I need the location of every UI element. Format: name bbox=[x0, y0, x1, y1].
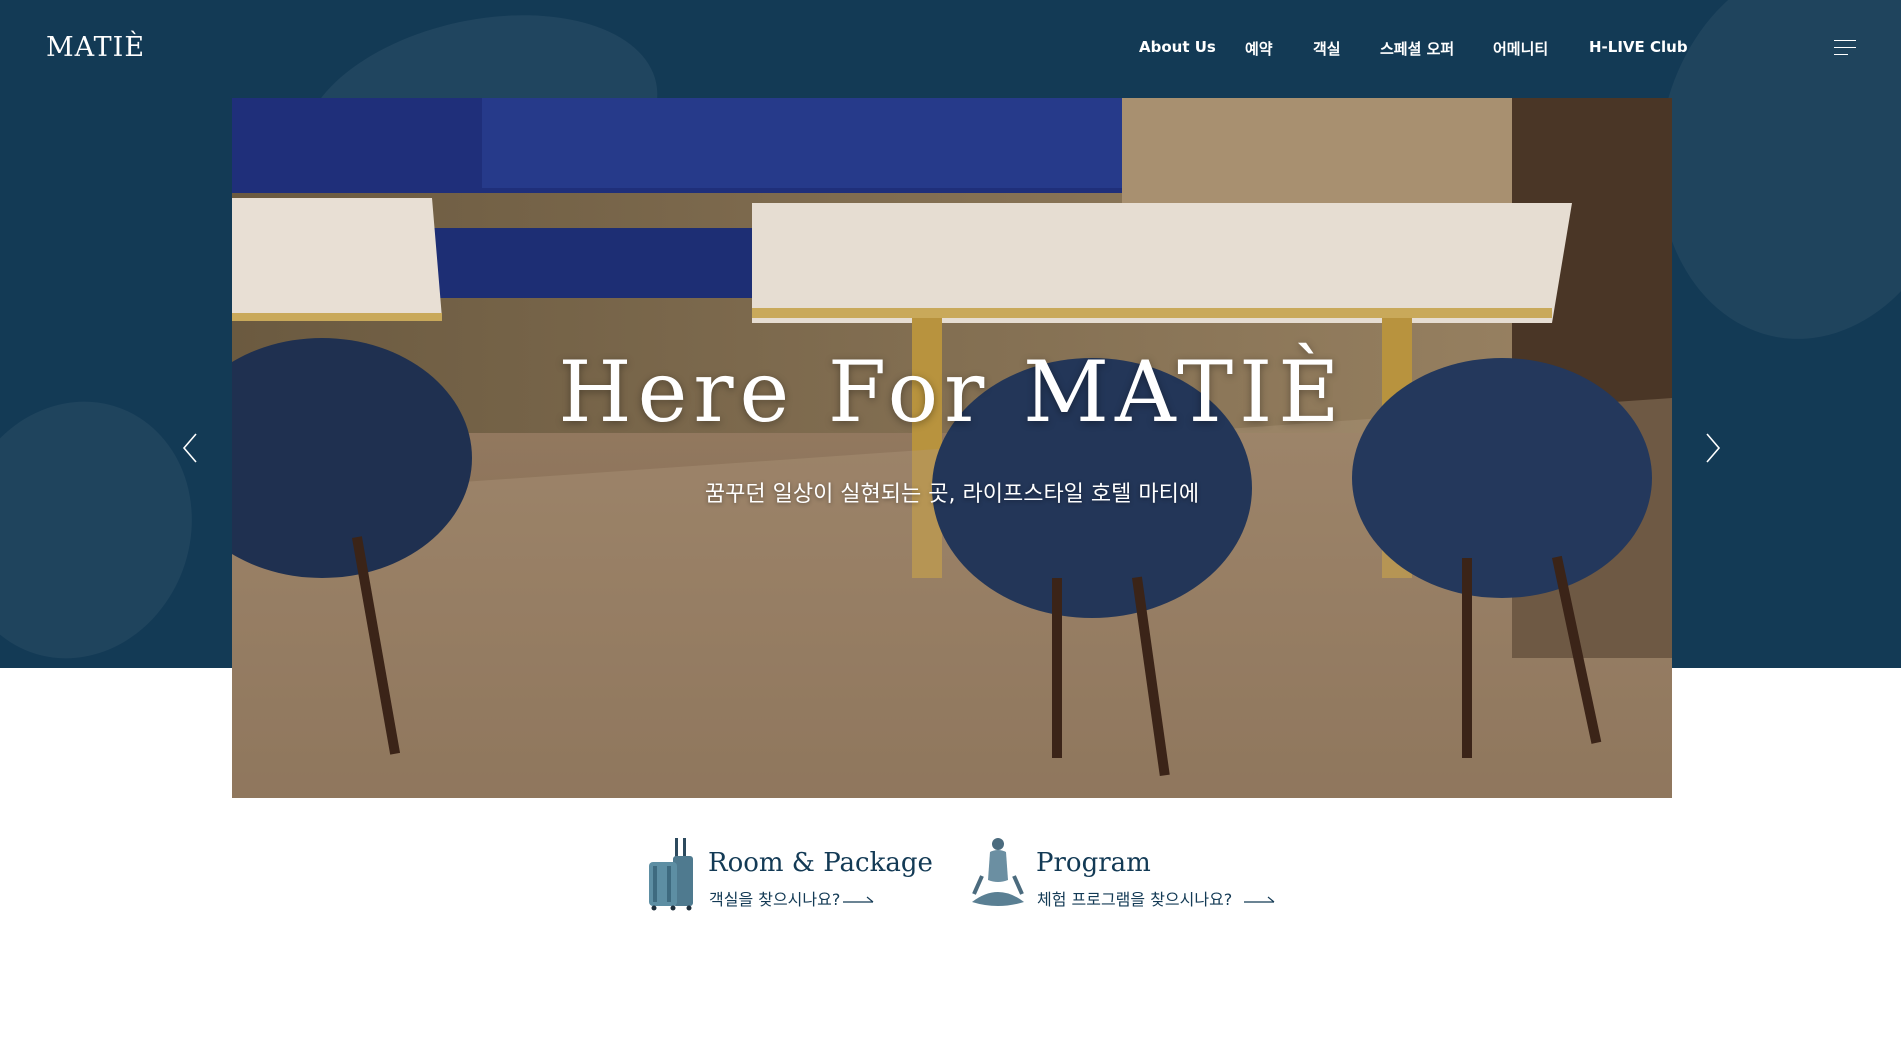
hero-title: Here For MATIÈ bbox=[558, 343, 1346, 441]
nav-item-hlive-club[interactable]: H-LIVE Club bbox=[1589, 38, 1688, 56]
nav-item-about-us[interactable]: About Us bbox=[1139, 38, 1216, 56]
room-package-desc: 객실을 찾으시나요? bbox=[709, 890, 841, 909]
chevron-right-icon[interactable] bbox=[1701, 430, 1725, 466]
nav-item-amenity[interactable]: 어메니티 bbox=[1493, 38, 1548, 59]
luggage-icon bbox=[649, 838, 693, 911]
nav-item-rooms[interactable]: 객실 bbox=[1313, 38, 1341, 59]
room-package-title: Room & Package bbox=[708, 848, 933, 878]
program-desc: 체험 프로그램을 찾으시나요? bbox=[1037, 890, 1233, 909]
program-link[interactable]: Program 체험 프로그램을 찾으시나요? bbox=[968, 836, 1288, 916]
arrow-right-icon bbox=[1244, 896, 1275, 903]
chevron-left-icon[interactable] bbox=[178, 430, 202, 466]
nav-item-reservation[interactable]: 예약 bbox=[1245, 38, 1273, 59]
hero-subtitle: 꿈꾸던 일상이 실현되는 곳, 라이프스타일 호텔 마티에 bbox=[704, 482, 1200, 507]
site-logo[interactable]: MATIÈ bbox=[46, 32, 145, 63]
hamburger-menu-icon[interactable] bbox=[1834, 38, 1856, 58]
nav-item-special-offer[interactable]: 스페셜 오퍼 bbox=[1380, 38, 1454, 59]
arrow-right-icon bbox=[843, 896, 874, 903]
meditation-figure-icon bbox=[972, 838, 1024, 906]
program-title: Program bbox=[1036, 848, 1151, 878]
hero-slider: Here For MATIÈ 꿈꾸던 일상이 실현되는 곳, 라이프스타일 호텔… bbox=[232, 98, 1672, 798]
room-package-link[interactable]: Room & Package 객실을 찾으시나요? bbox=[645, 836, 933, 916]
decorative-texture bbox=[0, 368, 228, 668]
hero-restaurant-image bbox=[232, 98, 1672, 798]
